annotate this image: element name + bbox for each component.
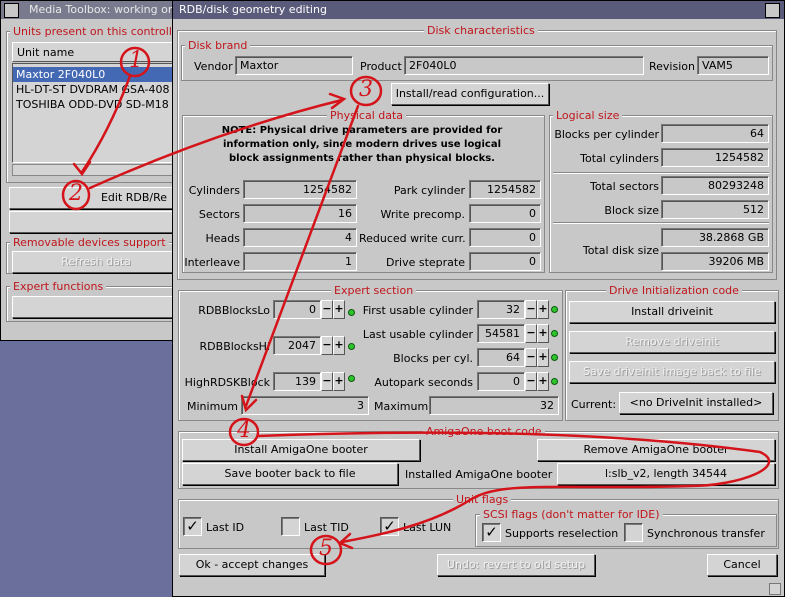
annotation-number: 2	[69, 181, 83, 206]
annotation-arrows	[61, 46, 770, 566]
annotation-number: 4	[237, 418, 251, 443]
annotation-arrow	[80, 74, 132, 174]
annotation-number: 5	[319, 536, 333, 561]
annotation-arrow	[88, 98, 344, 190]
annotation-number: 3	[359, 77, 373, 102]
annotation-arrow	[72, 160, 92, 177]
annotation-arrow	[256, 431, 770, 544]
annotation-number: 1	[129, 48, 143, 73]
annotation-arrow	[244, 104, 360, 408]
